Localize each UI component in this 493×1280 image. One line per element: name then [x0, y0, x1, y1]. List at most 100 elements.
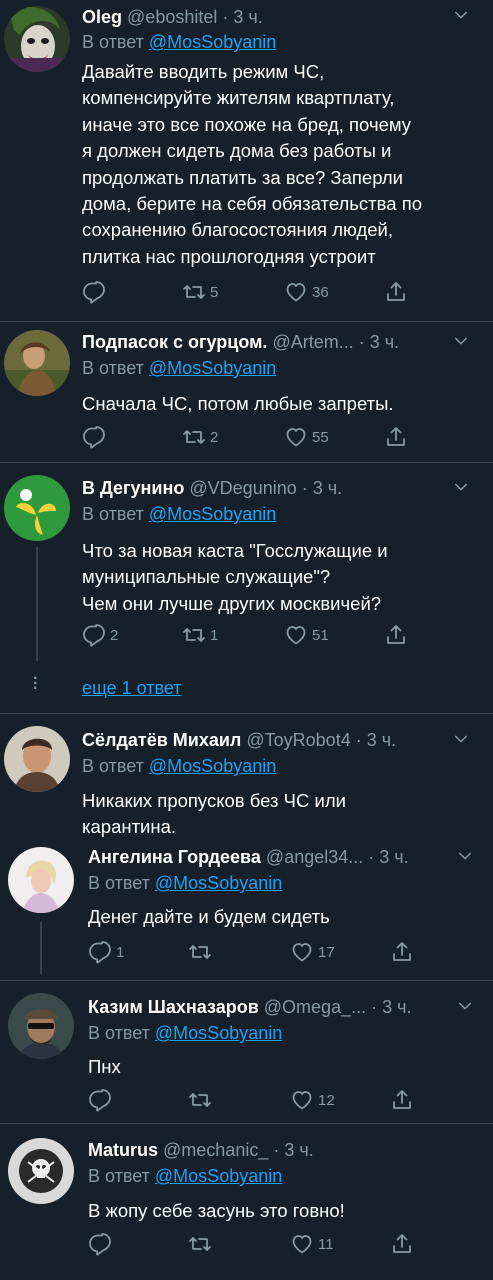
share-button[interactable]	[384, 425, 408, 449]
avatar[interactable]	[4, 330, 70, 396]
like-button[interactable]: 36	[284, 280, 329, 304]
author-handle[interactable]: @Artem...	[272, 332, 353, 352]
separator-dot: ·	[371, 997, 378, 1017]
share-icon	[390, 1088, 414, 1112]
tweet-maturus[interactable]: Maturus @mechanic_ · 3 ч. В ответ @MosSo…	[0, 1124, 493, 1280]
reply-context: В ответ @MosSobyanin	[82, 31, 276, 53]
tweet-text: Давайте вводить режим ЧС, компенсируйте …	[82, 61, 423, 267]
author-handle[interactable]: @eboshitel	[127, 7, 217, 27]
retweet-button[interactable]: 1	[182, 623, 218, 647]
tweet-oleg[interactable]: Oleg @eboshitel · 3 ч. В ответ @MosSobya…	[0, 0, 493, 320]
timestamp[interactable]: 3 ч.	[284, 1140, 313, 1160]
retweet-count: 1	[210, 626, 219, 644]
mention-link[interactable]: @MosSobyanin	[155, 873, 282, 893]
chevron-down-icon[interactable]	[452, 478, 470, 496]
author-name[interactable]: Oleg	[82, 7, 122, 27]
mention-link[interactable]: @MosSobyanin	[149, 358, 276, 378]
avatar[interactable]	[8, 993, 74, 1059]
reply-prefix: В ответ	[88, 1166, 150, 1186]
retweet-button[interactable]	[188, 1088, 216, 1112]
retweet-button[interactable]	[188, 1232, 216, 1256]
retweet-icon	[188, 1088, 212, 1112]
reply-button[interactable]: 2	[82, 623, 118, 647]
timestamp[interactable]: 3 ч.	[382, 997, 411, 1017]
separator-dot: ·	[222, 7, 229, 27]
retweet-button[interactable]	[188, 940, 216, 964]
avatar[interactable]	[4, 726, 70, 792]
timestamp[interactable]: 3 ч.	[233, 7, 262, 27]
author-name[interactable]: Сёлдатёв Михаил	[82, 730, 241, 750]
author-name[interactable]: Ангелина Гордеева	[88, 847, 261, 867]
thread-line	[40, 922, 42, 974]
author-handle[interactable]: @VDegunino	[189, 478, 296, 498]
author-handle[interactable]: @Omega_...	[264, 997, 366, 1017]
tweet-soldatov[interactable]: Сёлдатёв Михаил @ToyRobot4 · 3 ч. В отве…	[0, 714, 493, 844]
avatar[interactable]	[8, 847, 74, 913]
like-button[interactable]: 12	[290, 1088, 335, 1112]
author-handle[interactable]: @angel34...	[266, 847, 363, 867]
reply-button[interactable]	[88, 1232, 116, 1256]
reply-count: 2	[110, 626, 119, 644]
timestamp[interactable]: 3 ч.	[313, 478, 342, 498]
avatar[interactable]	[4, 475, 70, 541]
like-count: 55	[312, 428, 329, 446]
reply-context: В ответ @MosSobyanin	[88, 872, 282, 894]
like-icon	[290, 1232, 314, 1256]
chevron-down-icon[interactable]	[456, 997, 474, 1015]
mention-link[interactable]: @MosSobyanin	[155, 1023, 282, 1043]
reply-button[interactable]: 1	[88, 940, 124, 964]
reply-button[interactable]	[88, 1088, 116, 1112]
tweet-header: Сёлдатёв Михаил @ToyRobot4 · 3 ч.	[82, 729, 396, 751]
like-button[interactable]: 55	[284, 425, 329, 449]
share-button[interactable]	[390, 1232, 414, 1256]
share-button[interactable]	[384, 280, 408, 304]
chevron-down-icon[interactable]	[452, 332, 470, 350]
show-more-replies-link[interactable]: еще 1 ответ	[82, 678, 182, 699]
like-button[interactable]: 11	[290, 1232, 334, 1256]
tweet-podpasok[interactable]: Подпасок с огурцом. @Artem... · 3 ч. В о…	[0, 322, 493, 462]
tweet-angelina[interactable]: Ангелина Гордеева @angel34... · 3 ч. В о…	[0, 840, 493, 980]
thread-line	[36, 547, 38, 661]
like-icon	[284, 623, 308, 647]
retweet-button[interactable]: 5	[182, 280, 218, 304]
mention-link[interactable]: @MosSobyanin	[149, 32, 276, 52]
timestamp[interactable]: 3 ч.	[379, 847, 408, 867]
reply-icon	[82, 280, 106, 304]
author-name[interactable]: Казим Шахназаров	[88, 997, 259, 1017]
tweet-text: Что за новая каста "Госслужащие и муници…	[82, 540, 388, 614]
tweet-text: Сначала ЧС, потом любые запреты.	[82, 393, 394, 414]
timestamp[interactable]: 3 ч.	[367, 730, 396, 750]
author-name[interactable]: Подпасок с огурцом.	[82, 332, 267, 352]
reply-prefix: В ответ	[82, 358, 144, 378]
share-icon	[384, 425, 408, 449]
retweet-icon	[182, 623, 206, 647]
tweet-vdegunino[interactable]: В Дегунино @VDegunino · 3 ч. В ответ @Mo…	[0, 463, 493, 713]
avatar[interactable]	[8, 1138, 74, 1204]
tweet-kazim[interactable]: Казим Шахназаров @Omega_... · 3 ч. В отв…	[0, 981, 493, 1123]
share-button[interactable]	[384, 623, 408, 647]
author-name[interactable]: Maturus	[88, 1140, 158, 1160]
timestamp[interactable]: 3 ч.	[370, 332, 399, 352]
reply-context: В ответ @MosSobyanin	[88, 1022, 282, 1044]
author-handle[interactable]: @mechanic_	[163, 1140, 268, 1160]
retweet-count: 5	[210, 283, 219, 301]
reply-button[interactable]	[82, 425, 110, 449]
author-name[interactable]: В Дегунино	[82, 478, 184, 498]
author-handle[interactable]: @ToyRobot4	[246, 730, 350, 750]
like-count: 17	[318, 943, 335, 961]
tweet-text: Пнх	[88, 1056, 121, 1077]
avatar[interactable]	[4, 6, 70, 72]
share-button[interactable]	[390, 940, 414, 964]
chevron-down-icon[interactable]	[452, 730, 470, 748]
reply-button[interactable]	[82, 280, 110, 304]
like-button[interactable]: 51	[284, 623, 329, 647]
mention-link[interactable]: @MosSobyanin	[149, 756, 276, 776]
chevron-down-icon[interactable]	[452, 6, 470, 24]
mention-link[interactable]: @MosSobyanin	[149, 504, 276, 524]
chevron-down-icon[interactable]	[456, 847, 474, 865]
mention-link[interactable]: @MosSobyanin	[155, 1166, 282, 1186]
like-button[interactable]: 17	[290, 940, 335, 964]
retweet-button[interactable]: 2	[182, 425, 218, 449]
tweet-text: В жопу себе засунь это говно!	[88, 1200, 345, 1221]
share-button[interactable]	[390, 1088, 414, 1112]
